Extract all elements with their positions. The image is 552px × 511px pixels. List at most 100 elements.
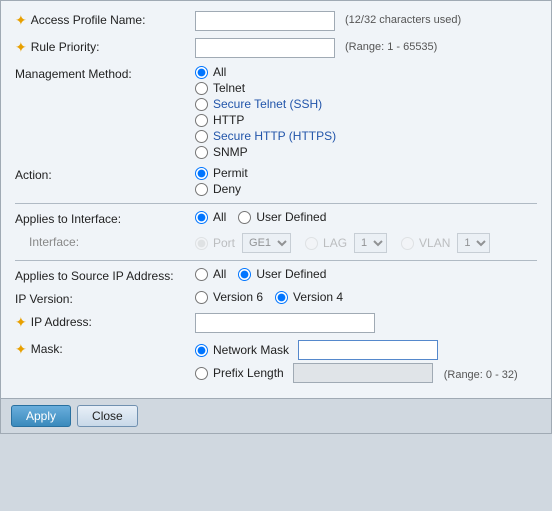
applies-interface-label-col: Applies to Interface:: [15, 210, 195, 226]
interface-lag-radio[interactable]: [305, 237, 318, 250]
interface-vlan-select[interactable]: 1: [457, 233, 490, 253]
close-button[interactable]: Close: [77, 405, 138, 427]
ip-address-input-col: 192.168.1.233: [195, 313, 537, 333]
access-profile-name-input[interactable]: RestrictByIp: [195, 11, 335, 31]
action-permit-radio[interactable]: [195, 167, 208, 180]
ipv6-label: Version 6: [213, 290, 263, 304]
interface-user-defined-label: User Defined: [256, 210, 326, 224]
source-ip-user-defined-radio[interactable]: [238, 268, 251, 281]
interface-all-label: All: [213, 210, 226, 224]
ip-version-radio-inline: Version 6 Version 4: [195, 290, 343, 304]
access-profile-name-input-col: RestrictByIp (12/32 characters used): [195, 11, 537, 31]
form-area: ✦ Access Profile Name: RestrictByIp (12/…: [1, 1, 551, 398]
management-method-row: Management Method: All Telnet Secure Tel…: [15, 65, 537, 159]
interface-label-col: Interface:: [15, 233, 195, 249]
action-deny-label: Deny: [213, 182, 241, 196]
ip-version-input-col: Version 6 Version 4: [195, 290, 537, 304]
interface-vlan-radio[interactable]: [401, 237, 414, 250]
mask-options: Network Mask 255.255.255.255 Prefix Leng…: [195, 340, 518, 383]
interface-port-label: Port: [213, 236, 235, 250]
network-mask-label: Network Mask: [213, 343, 289, 357]
ipv6-radio[interactable]: [195, 291, 208, 304]
access-profile-name-label: Access Profile Name:: [31, 13, 146, 27]
prefix-length-radio[interactable]: [195, 367, 208, 380]
mgmt-ssh-row: Secure Telnet (SSH): [195, 97, 336, 111]
interface-radio-inline: All User Defined: [195, 210, 326, 224]
mgmt-telnet-label: Telnet: [213, 81, 245, 95]
source-ip-label: Applies to Source IP Address:: [15, 269, 174, 283]
mgmt-snmp-label: SNMP: [213, 145, 248, 159]
ipv4-label: Version 4: [293, 290, 343, 304]
ip-address-label-col: ✦ IP Address:: [15, 313, 195, 329]
network-mask-radio[interactable]: [195, 344, 208, 357]
action-permit-row: Permit: [195, 166, 248, 180]
prefix-length-row: Prefix Length (Range: 0 - 32): [195, 363, 518, 383]
network-mask-row: Network Mask 255.255.255.255: [195, 340, 518, 360]
network-mask-input[interactable]: 255.255.255.255: [298, 340, 438, 360]
rule-priority-row: ✦ Rule Priority: 1 (Range: 1 - 65535): [15, 38, 537, 58]
interface-port-radio[interactable]: [195, 237, 208, 250]
applies-interface-input-col: All User Defined: [195, 210, 537, 224]
mgmt-snmp-radio[interactable]: [195, 146, 208, 159]
source-ip-input-col: All User Defined: [195, 267, 537, 281]
interface-user-defined-radio-row: User Defined: [238, 210, 326, 224]
mgmt-ssh-label: Secure Telnet (SSH): [213, 97, 322, 111]
action-radio-group: Permit Deny: [195, 166, 248, 196]
required-star-2: ✦: [15, 40, 27, 54]
mgmt-telnet-row: Telnet: [195, 81, 336, 95]
divider-1: [15, 203, 537, 204]
interface-lag-select[interactable]: 1: [354, 233, 387, 253]
ipv4-row: Version 4: [275, 290, 343, 304]
ip-version-label: IP Version:: [15, 292, 73, 306]
mask-label-col: ✦ Mask:: [15, 340, 195, 356]
access-profile-name-label-col: ✦ Access Profile Name:: [15, 11, 195, 27]
required-star-1: ✦: [15, 13, 27, 27]
interface-user-defined-radio[interactable]: [238, 211, 251, 224]
interface-all-radio-row: All: [195, 210, 226, 224]
interface-lag-label: LAG: [323, 236, 347, 250]
ip-address-input[interactable]: 192.168.1.233: [195, 313, 375, 333]
action-deny-row: Deny: [195, 182, 248, 196]
interface-port-select[interactable]: GE1: [242, 233, 291, 253]
source-ip-user-defined-row: User Defined: [238, 267, 326, 281]
ip-address-row: ✦ IP Address: 192.168.1.233: [15, 313, 537, 333]
prefix-length-label: Prefix Length: [213, 366, 284, 380]
source-ip-label-col: Applies to Source IP Address:: [15, 267, 195, 283]
interface-input-col: Port GE1 LAG 1 VLAN: [195, 233, 537, 253]
ip-address-label: IP Address:: [31, 315, 92, 329]
source-ip-all-row: All: [195, 267, 226, 281]
mgmt-telnet-radio[interactable]: [195, 82, 208, 95]
source-ip-all-radio[interactable]: [195, 268, 208, 281]
ipv4-radio[interactable]: [275, 291, 288, 304]
mgmt-http-row: HTTP: [195, 113, 336, 127]
mgmt-all-radio[interactable]: [195, 66, 208, 79]
source-ip-user-defined-label: User Defined: [256, 267, 326, 281]
rule-priority-label: Rule Priority:: [31, 40, 100, 54]
action-deny-radio[interactable]: [195, 183, 208, 196]
prefix-length-hint: (Range: 0 - 32): [444, 366, 518, 381]
management-method-label-col: Management Method:: [15, 65, 195, 81]
management-method-input-col: All Telnet Secure Telnet (SSH) HTTP: [195, 65, 537, 159]
interface-vlan-label: VLAN: [419, 236, 450, 250]
rule-priority-label-col: ✦ Rule Priority:: [15, 38, 195, 54]
apply-button[interactable]: Apply: [11, 405, 71, 427]
prefix-length-input[interactable]: [293, 363, 433, 383]
rule-priority-hint: (Range: 1 - 65535): [345, 38, 437, 53]
access-profile-name-hint: (12/32 characters used): [345, 11, 461, 26]
interface-all-radio[interactable]: [195, 211, 208, 224]
source-ip-all-label: All: [213, 267, 226, 281]
mgmt-https-radio[interactable]: [195, 130, 208, 143]
mask-row: ✦ Mask: Network Mask 255.255.255.255 Pre…: [15, 340, 537, 383]
applies-interface-row: Applies to Interface: All User Defined: [15, 210, 537, 226]
mgmt-ssh-radio[interactable]: [195, 98, 208, 111]
action-input-col: Permit Deny: [195, 166, 537, 196]
action-permit-label: Permit: [213, 166, 248, 180]
interface-type-inline: Port GE1 LAG 1 VLAN: [195, 233, 490, 253]
action-label: Action:: [15, 168, 52, 182]
management-method-radio-group: All Telnet Secure Telnet (SSH) HTTP: [195, 65, 336, 159]
rule-priority-input[interactable]: 1: [195, 38, 335, 58]
ip-version-row: IP Version: Version 6 Version 4: [15, 290, 537, 306]
mgmt-http-radio[interactable]: [195, 114, 208, 127]
interface-vlan-row: VLAN 1: [401, 233, 490, 253]
action-label-col: Action:: [15, 166, 195, 182]
